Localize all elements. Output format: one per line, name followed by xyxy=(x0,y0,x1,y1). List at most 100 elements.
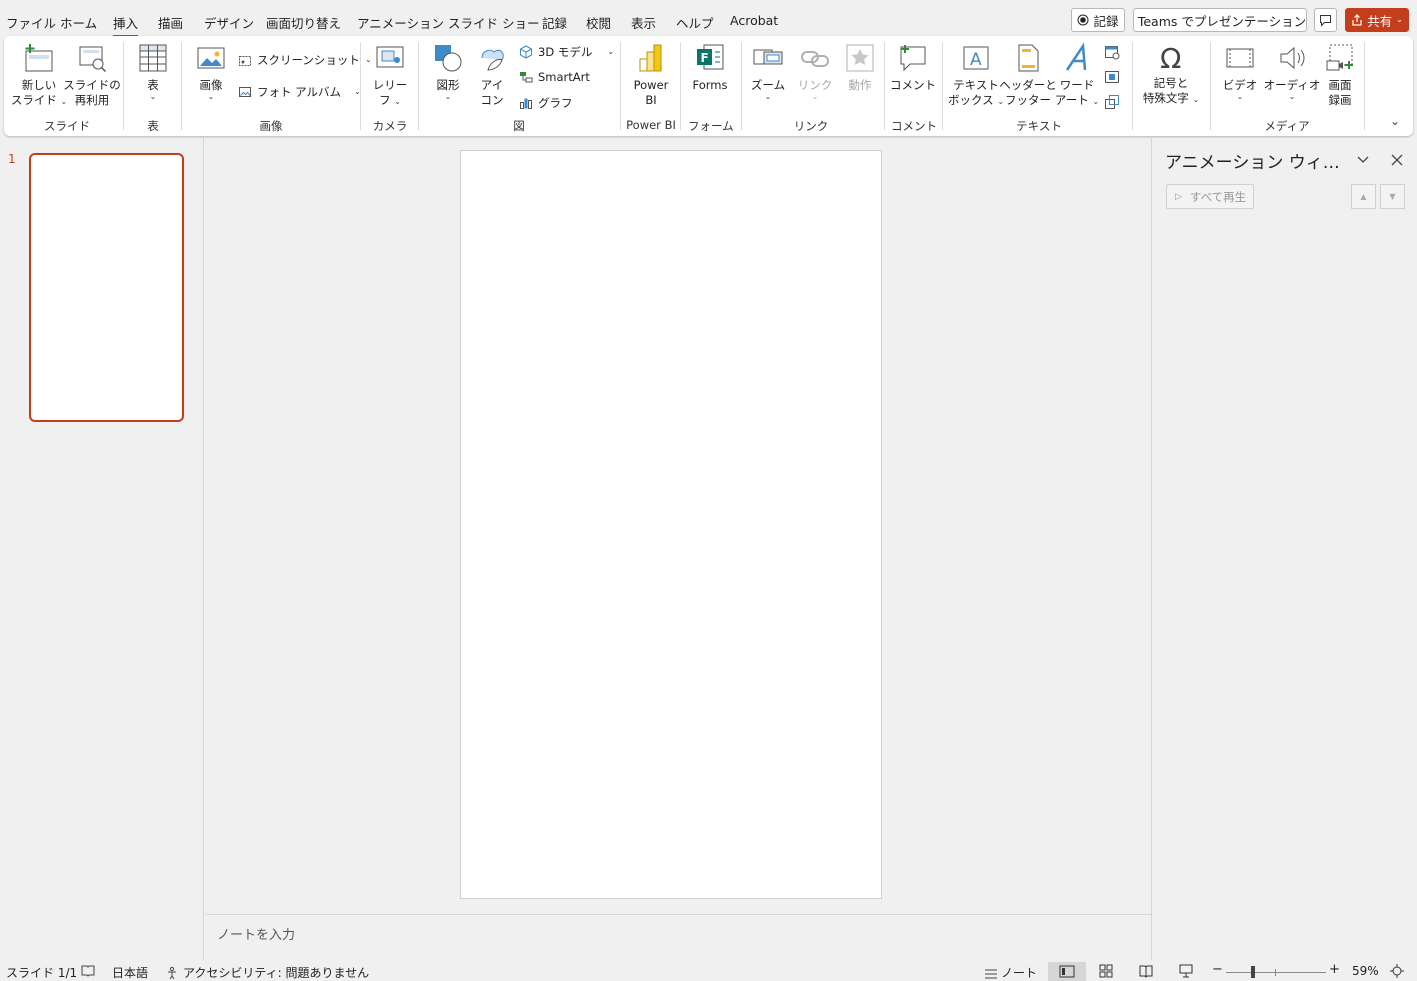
slide-number-button[interactable] xyxy=(1104,69,1122,85)
tab-slideshow[interactable]: スライド ショー xyxy=(448,13,539,32)
new-slide-label-row: スライド ⌄ xyxy=(11,93,67,108)
wordart-label-2: アート xyxy=(1054,93,1089,107)
ribbon-expand-button[interactable]: ⌄ xyxy=(1390,114,1406,128)
new-slide-button[interactable]: 新しい スライド ⌄ xyxy=(11,42,67,108)
slide-canvas[interactable] xyxy=(460,150,882,899)
close-pane-button[interactable] xyxy=(1390,153,1404,167)
zoom-slider-track[interactable] xyxy=(1226,972,1326,973)
link-button[interactable]: リンク ⌄ xyxy=(793,42,837,101)
zoom-slider-thumb[interactable] xyxy=(1251,966,1255,978)
chevron-down-icon: ⌄ xyxy=(607,47,615,56)
triangle-up-icon: ▲ xyxy=(1360,192,1367,201)
accessibility-status[interactable]: アクセシビリティ: 問題ありません xyxy=(166,964,369,981)
link-icon xyxy=(801,51,829,67)
powerbi-button[interactable]: Power BI xyxy=(628,42,674,108)
tab-record[interactable]: 記録 xyxy=(542,13,567,32)
screenshot-button[interactable]: スクリーンショット ⌄ xyxy=(238,52,372,68)
teams-present-button[interactable]: Teams でプレゼンテーション xyxy=(1133,8,1307,32)
new-slide-icon xyxy=(25,44,53,72)
move-up-button[interactable]: ▲ xyxy=(1351,184,1376,209)
tab-home[interactable]: ホーム xyxy=(60,13,97,32)
fit-to-window-button[interactable] xyxy=(1390,964,1406,980)
audio-button[interactable]: オーディオ ⌄ xyxy=(1264,42,1320,101)
tab-transitions[interactable]: 画面切り替え xyxy=(266,13,341,32)
screen-recording-button[interactable]: 画面 録画 xyxy=(1318,42,1362,108)
textbox-button[interactable]: A テキスト ボックス ⌄ xyxy=(948,42,1004,108)
slideshow-button[interactable] xyxy=(1179,964,1195,980)
object-icon xyxy=(1105,95,1119,109)
tab-file[interactable]: ファイル xyxy=(6,13,56,32)
notes-label: ノート xyxy=(1001,966,1038,980)
move-down-button[interactable]: ▼ xyxy=(1380,184,1405,209)
date-time-button[interactable] xyxy=(1104,44,1122,60)
insert-comment-button[interactable]: コメント xyxy=(890,42,936,93)
notes-placeholder[interactable]: ノートを入力 xyxy=(217,924,295,943)
record-label: 記録 xyxy=(1093,13,1119,29)
language-indicator[interactable]: 日本語 xyxy=(112,964,148,981)
smartart-icon xyxy=(520,72,533,83)
share-button[interactable]: 共有 ⌄ xyxy=(1345,8,1409,32)
record-button[interactable]: 記録 xyxy=(1071,8,1125,32)
chevron-down-icon: ⌄ xyxy=(149,92,157,101)
omega-icon: Ω xyxy=(1160,42,1181,74)
group-divider xyxy=(884,42,885,130)
tab-acrobat[interactable]: Acrobat xyxy=(730,13,778,28)
action-button[interactable]: 動作 xyxy=(838,42,882,93)
reuse-slides-button[interactable]: スライドの 再利用 xyxy=(63,42,121,108)
zoom-level[interactable]: 59% xyxy=(1352,964,1379,978)
icons-button[interactable]: アイ コン xyxy=(472,42,512,108)
tab-design[interactable]: デザイン xyxy=(204,13,254,32)
tab-insert[interactable]: 挿入 xyxy=(113,13,139,37)
comments-button[interactable] xyxy=(1314,8,1337,32)
forms-button[interactable]: F Forms xyxy=(688,42,732,93)
play-all-button[interactable]: ▷ すべて再生 xyxy=(1166,184,1254,209)
tab-draw[interactable]: 描画 xyxy=(158,13,183,32)
normal-view-button[interactable] xyxy=(1048,962,1086,981)
shapes-button[interactable]: 図形 ⌄ xyxy=(428,42,468,101)
pictures-button[interactable]: 画像 ⌄ xyxy=(192,42,230,101)
slide-sorter-button[interactable] xyxy=(1099,964,1115,980)
audio-label: オーディオ xyxy=(1263,78,1321,92)
fit-window-icon xyxy=(1390,964,1404,978)
header-footer-button[interactable]: ヘッダーと フッター xyxy=(999,42,1057,108)
tab-review[interactable]: 校閲 xyxy=(586,13,611,32)
tab-view[interactable]: 表示 xyxy=(631,13,656,32)
wordart-button[interactable]: ワード アート ⌄ xyxy=(1054,42,1100,108)
3d-models-button[interactable]: 3D モデル ⌄ xyxy=(519,44,614,60)
zoom-out-button[interactable]: − xyxy=(1212,962,1223,977)
zoom-icon xyxy=(753,49,783,65)
table-button[interactable]: 表 ⌄ xyxy=(133,42,173,101)
group-divider xyxy=(1210,42,1211,130)
chart-button[interactable]: グラフ xyxy=(519,95,573,111)
smartart-button[interactable]: SmartArt xyxy=(519,70,590,84)
cameo-button[interactable]: レリー フ ⌄ xyxy=(369,42,411,108)
accessibility-icon xyxy=(168,966,176,979)
3d-models-label: 3D モデル xyxy=(538,45,593,59)
chevron-down-icon: ⌄ xyxy=(207,92,215,101)
group-divider xyxy=(123,42,124,130)
spell-check-icon[interactable] xyxy=(81,964,95,980)
notes-toggle-button[interactable]: ノート xyxy=(984,964,1037,981)
icons-label-2: コン xyxy=(480,93,504,107)
table-label: 表 xyxy=(147,78,159,92)
zoom-button[interactable]: ズーム ⌄ xyxy=(748,42,788,101)
slide-thumbnail[interactable] xyxy=(29,153,184,422)
photo-album-button[interactable]: フォト アルバム ⌄ xyxy=(238,84,361,100)
video-button[interactable]: ビデオ ⌄ xyxy=(1218,42,1262,101)
tab-help[interactable]: ヘルプ xyxy=(676,13,714,32)
chevron-down-icon: ⌄ xyxy=(1236,92,1244,101)
chevron-down-icon: ⌄ xyxy=(444,92,452,101)
group-divider xyxy=(360,42,361,130)
reading-view-button[interactable] xyxy=(1139,964,1155,980)
notes-pane[interactable] xyxy=(206,914,1151,960)
group-divider xyxy=(1132,42,1133,130)
video-label: ビデオ xyxy=(1222,78,1258,92)
action-label: 動作 xyxy=(848,78,872,92)
tab-animations[interactable]: アニメーション xyxy=(357,13,444,32)
symbols-button[interactable]: Ω 記号と 特殊文字 ⌄ xyxy=(1139,42,1203,106)
zoom-slider-center-tick xyxy=(1275,969,1276,976)
pane-options-button[interactable] xyxy=(1356,152,1372,168)
zoom-in-button[interactable]: + xyxy=(1329,962,1340,977)
object-button[interactable] xyxy=(1104,94,1122,110)
textbox-label-1: テキスト xyxy=(953,78,999,92)
